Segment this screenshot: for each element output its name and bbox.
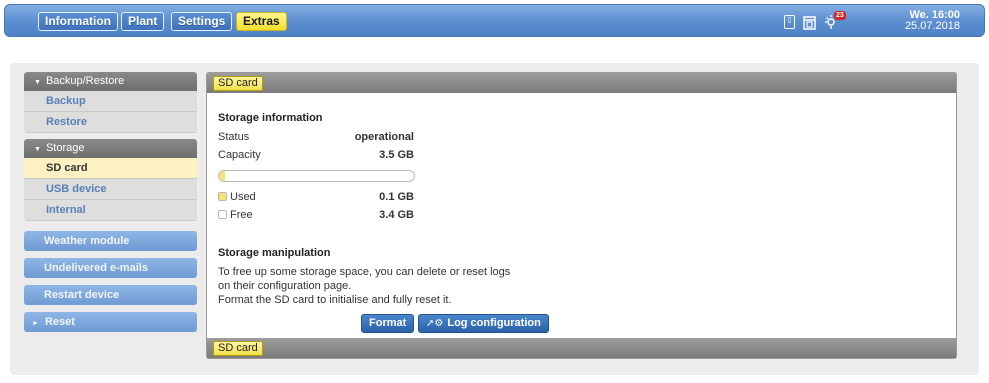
- sidebar-group-title: Backup/Restore: [45, 75, 125, 87]
- panel-header: SD card: [207, 73, 956, 93]
- sidebar-group-header[interactable]: ▼ Storage: [24, 139, 197, 158]
- storage-manipulation-heading: Storage manipulation: [218, 247, 331, 259]
- format-text: Format the SD card to initialise and ful…: [218, 294, 452, 306]
- log-configuration-button[interactable]: ➚⚙ Log configuration: [418, 314, 549, 333]
- manipulation-text: To free up some storage space, you can d…: [218, 266, 511, 292]
- triangle-down-icon: ▼: [34, 79, 41, 86]
- calendar-check-icon[interactable]: [803, 14, 816, 30]
- format-button[interactable]: Format: [361, 314, 415, 333]
- sidebar-item-reset[interactable]: ► Reset: [24, 312, 197, 332]
- used-label: Used: [230, 191, 256, 203]
- sidebar-item-restart-device[interactable]: Restart device: [24, 285, 197, 305]
- tab-information[interactable]: Information: [38, 12, 118, 31]
- capacity-value: 3.5 GB: [379, 149, 414, 161]
- panel-footer: SD card: [207, 338, 956, 358]
- capacity-label: Capacity: [218, 149, 261, 161]
- sidebar-item-restore[interactable]: Restore: [24, 112, 197, 133]
- free-legend-swatch: [218, 210, 227, 219]
- sidebar-item-sd-card[interactable]: SD card: [24, 158, 197, 179]
- tab-plant[interactable]: Plant: [121, 12, 165, 31]
- log-configuration-label: Log configuration: [447, 317, 541, 329]
- sidebar-item-undelivered-emails[interactable]: Undelivered e-mails: [24, 258, 197, 278]
- free-label: Free: [230, 209, 253, 221]
- sd-card-panel: SD card Storage information Status opera…: [206, 72, 957, 359]
- sd-card-icon[interactable]: ▯: [784, 15, 795, 29]
- used-value: 0.1 GB: [379, 191, 414, 203]
- sidebar-group-backup-restore: ▼ Backup/Restore Backup Restore: [24, 72, 197, 133]
- sidebar: ▼ Backup/Restore Backup Restore ▼ Storage …: [24, 72, 197, 339]
- notification-icon[interactable]: 23: [824, 11, 846, 30]
- gear-arrow-icon: ➚⚙: [426, 318, 444, 329]
- triangle-right-icon: ►: [32, 320, 39, 327]
- sidebar-item-internal[interactable]: Internal: [24, 200, 197, 221]
- storage-information-heading: Storage information: [218, 112, 323, 124]
- sidebar-item-backup[interactable]: Backup: [24, 91, 197, 112]
- sidebar-group-header[interactable]: ▼ Backup/Restore: [24, 72, 197, 91]
- notification-count-badge: 23: [834, 11, 846, 20]
- tab-extras[interactable]: Extras: [236, 12, 287, 31]
- sidebar-item-weather-module[interactable]: Weather module: [24, 231, 197, 251]
- used-legend-swatch: [218, 192, 227, 201]
- free-value: 3.4 GB: [379, 209, 414, 221]
- status-value: operational: [354, 131, 414, 143]
- sidebar-item-label: Reset: [44, 316, 75, 328]
- datetime: We. 16:00 25.07.2018: [905, 10, 960, 32]
- date: 25.07.2018: [904, 20, 960, 32]
- storage-usage-bar: [218, 170, 415, 182]
- sidebar-group-storage: ▼ Storage SD card USB device Internal: [24, 139, 197, 221]
- panel-title: SD card: [213, 76, 263, 91]
- triangle-down-icon: ▼: [34, 146, 41, 153]
- storage-used-fill: [219, 171, 225, 181]
- status-label: Status: [218, 131, 250, 143]
- sidebar-group-title: Storage: [45, 142, 85, 154]
- tab-settings[interactable]: Settings: [171, 12, 233, 31]
- sidebar-item-usb-device[interactable]: USB device: [24, 179, 197, 200]
- top-navigation-bar: Information Plant Settings Extras ▯ 23 W…: [4, 4, 985, 37]
- status-icons: ▯ 23: [784, 11, 846, 32]
- panel-footer-title: SD card: [213, 341, 263, 356]
